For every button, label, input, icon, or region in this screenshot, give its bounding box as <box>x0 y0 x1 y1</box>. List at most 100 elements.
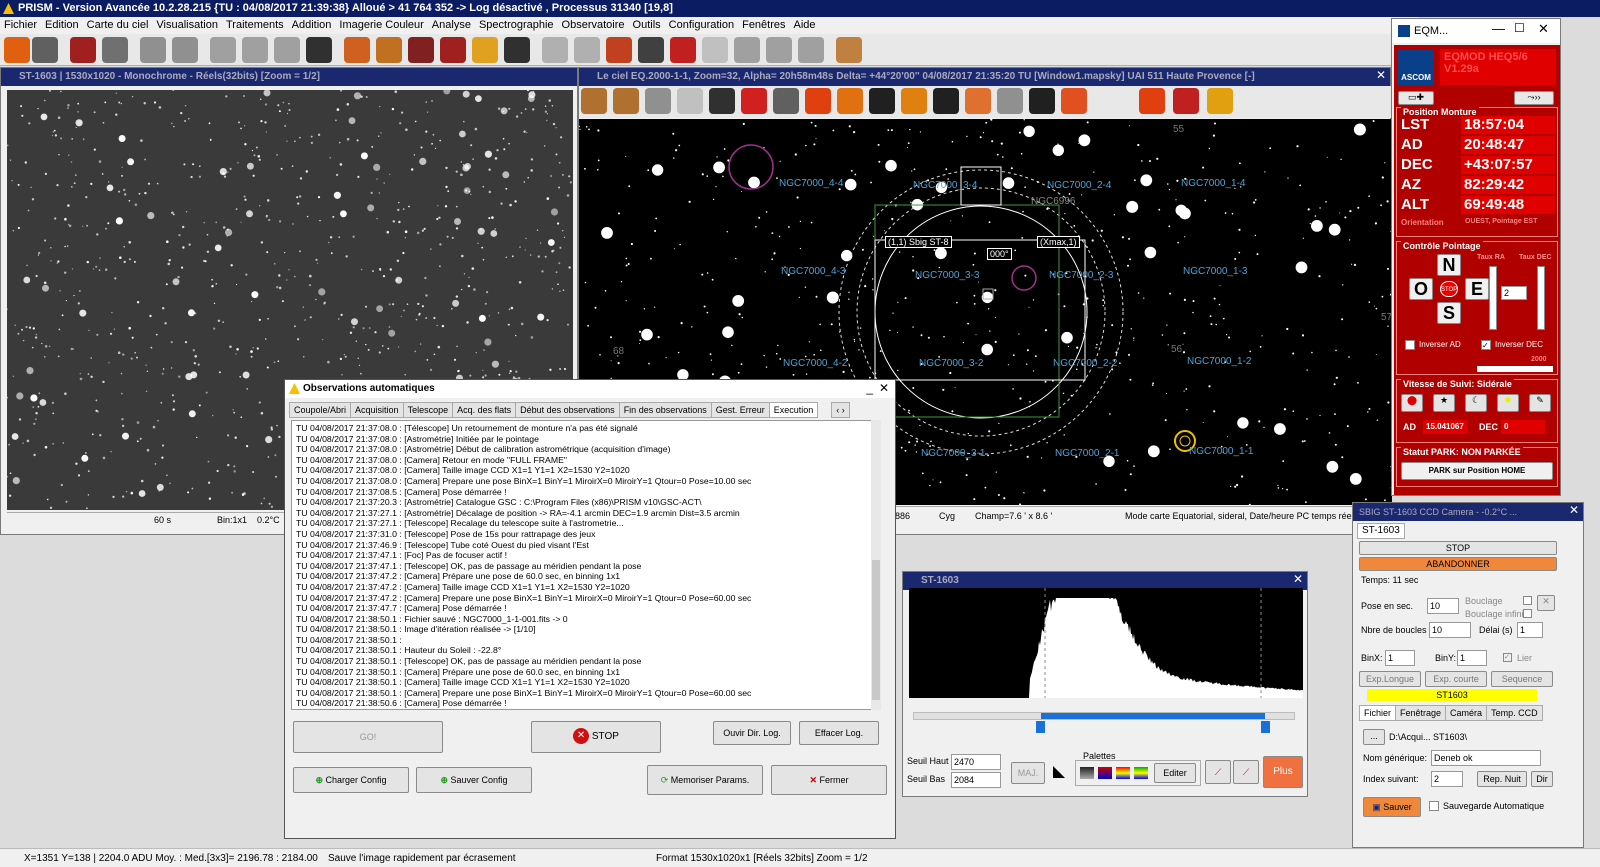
sequence-button[interactable]: Sequence <box>1491 671 1553 687</box>
delay-input[interactable]: 1 <box>1517 622 1543 638</box>
solar-sun-icon[interactable]: ✹ <box>1497 394 1519 412</box>
palette-red-icon[interactable] <box>1098 767 1112 779</box>
west-button[interactable]: O <box>1409 278 1433 300</box>
exp-short-button[interactable]: Exp. courte <box>1425 671 1487 687</box>
camera-options-icon[interactable]: ✕ <box>1537 595 1555 611</box>
sky-label-5[interactable]: NGC7000_4-3 <box>781 266 845 277</box>
sky-label-15[interactable]: NGC7000_1-1 <box>1189 446 1253 457</box>
rate-select[interactable]: 2 <box>1501 286 1527 300</box>
palette-green-icon[interactable] <box>1134 767 1148 779</box>
dec-rate-slider[interactable] <box>1537 266 1545 330</box>
north-button[interactable]: N <box>1437 254 1461 276</box>
hand-icon[interactable] <box>734 37 760 63</box>
execution-log[interactable]: TU 04/08/2017 21:37:08.0 : [Télescope] U… <box>291 420 881 710</box>
sky-label-14[interactable]: NGC7000_2-1 <box>1055 448 1119 459</box>
portrait-icon[interactable] <box>836 37 862 63</box>
invert-icon[interactable] <box>210 37 236 63</box>
eqmod-minimize-icon[interactable]: — <box>1492 21 1505 36</box>
camera-stop-button[interactable]: STOP <box>1359 541 1557 555</box>
plus-button[interactable]: Plus <box>1263 756 1303 788</box>
menu-1[interactable]: Edition <box>41 17 83 34</box>
night-folder-button[interactable]: Rep. Nuit <box>1477 771 1527 787</box>
sky-star-icon[interactable] <box>869 88 895 114</box>
sky-label-0[interactable]: NGC7000_4-4 <box>779 178 843 189</box>
eqmod-window[interactable]: EQM... — ☐ ✕ ASCOM EQMOD HEQ5/6 V1.29a ▭… <box>1391 18 1561 496</box>
open-log-button[interactable]: Ouvir Dir. Log. <box>713 721 791 745</box>
sky-label-1[interactable]: NGC7000_3-4 <box>913 180 977 191</box>
rate-slider[interactable] <box>1477 366 1553 372</box>
sky-refresh-icon[interactable] <box>1139 88 1165 114</box>
menu-0[interactable]: Fichier <box>0 17 41 34</box>
stop-button[interactable]: ✕ STOP <box>531 721 661 753</box>
sky-label-3[interactable]: NGC7000_1-4 <box>1181 178 1245 189</box>
sky-sync-icon[interactable] <box>837 88 863 114</box>
pipette-high-icon[interactable]: ⟋ <box>1233 760 1259 784</box>
stop-slew-button[interactable]: STOP <box>1440 281 1458 297</box>
obs-minimize-icon[interactable]: _ <box>866 381 873 395</box>
histogram-window[interactable]: ST-1603 ✕ Seuil Haut 2470 Seuil Bas 2084… <box>902 571 1308 797</box>
menu-12[interactable]: Fenêtres <box>738 17 789 34</box>
menu-3[interactable]: Visualisation <box>152 17 222 34</box>
zoom-out-icon[interactable] <box>242 37 268 63</box>
eqmod-expand-icon[interactable]: ⤳›› <box>1514 91 1554 105</box>
zoom-in-icon[interactable] <box>274 37 300 63</box>
obs-tab-2[interactable]: Telescope <box>402 402 454 418</box>
camera-subtab-3[interactable]: Temp. CCD <box>1486 705 1543 721</box>
sky-tools-icon[interactable] <box>997 88 1023 114</box>
load-config-button[interactable]: ⊕ Charger Config <box>293 767 409 793</box>
sky-arrow-icon[interactable] <box>901 88 927 114</box>
dir-button[interactable]: Dir <box>1531 771 1553 787</box>
sky-forward-icon[interactable] <box>933 88 959 114</box>
maj-button[interactable]: MAJ. <box>1011 762 1045 784</box>
lunar-moon-icon[interactable]: ☾ <box>1465 394 1487 412</box>
menu-2[interactable]: Carte du ciel <box>83 17 153 34</box>
display-icon[interactable] <box>306 37 332 63</box>
biny-input[interactable]: 1 <box>1457 650 1487 666</box>
menu-5[interactable]: Addition <box>288 17 336 34</box>
east-button[interactable]: E <box>1465 278 1489 300</box>
auto-save-checkbox[interactable] <box>1429 801 1439 811</box>
sky-label-2[interactable]: NGC7000_2-4 <box>1047 180 1111 191</box>
sky-gamepad-icon[interactable] <box>709 88 735 114</box>
high-threshold-handle[interactable] <box>1261 721 1270 733</box>
invert-ad-checkbox[interactable] <box>1405 340 1415 350</box>
horse-icon[interactable] <box>504 37 530 63</box>
filter-icon[interactable] <box>408 37 434 63</box>
sky-label-7[interactable]: NGC7000_2-3 <box>1049 270 1113 281</box>
obs-tab-0[interactable]: Coupole/Abri <box>289 402 352 418</box>
flip-h-icon[interactable] <box>140 37 166 63</box>
camera-subtab-0[interactable]: Fichier <box>1359 705 1397 721</box>
tracking-dec-value[interactable]: 0 <box>1501 420 1545 434</box>
camera-tab-st1603[interactable]: ST-1603 <box>1357 523 1405 539</box>
clear-log-button[interactable]: Effacer Log. <box>799 721 879 745</box>
eqmod-close-icon[interactable]: ✕ <box>1538 21 1549 37</box>
save-config-button[interactable]: ⊕ Sauver Config <box>416 767 532 793</box>
seuil-haut-input[interactable]: 2470 <box>951 754 1001 770</box>
edit-palette-button[interactable]: Editer <box>1154 763 1196 783</box>
sky-print-icon[interactable] <box>773 88 799 114</box>
camera-window[interactable]: SBIG ST-1603 CCD Camera - -0.2°C ... ✕ S… <box>1352 502 1584 848</box>
camera-subtab-2[interactable]: Caméra <box>1445 705 1488 721</box>
menu-13[interactable]: Aide <box>790 17 820 34</box>
sky-crosshair-icon[interactable] <box>1029 88 1055 114</box>
telescope-icon[interactable] <box>344 37 370 63</box>
threshold-range[interactable] <box>1041 713 1265 719</box>
menu-6[interactable]: Imagerie Couleur <box>335 17 427 34</box>
sky-label-12[interactable]: NGC7000_1-2 <box>1187 356 1251 367</box>
sky-goto-icon[interactable] <box>805 88 831 114</box>
invert-dec-checkbox[interactable]: ✓ <box>1481 340 1491 350</box>
menu-7[interactable]: Analyse <box>428 17 475 34</box>
sky-label-10[interactable]: NGC7000_3-2 <box>919 358 983 369</box>
park-home-button[interactable]: PARK sur Position HOME <box>1401 462 1553 480</box>
binx-input[interactable]: 1 <box>1385 650 1415 666</box>
sky-stop-icon[interactable] <box>741 88 767 114</box>
histogram-plot[interactable] <box>909 588 1303 698</box>
exp-long-button[interactable]: Exp.Longue <box>1359 671 1421 687</box>
pipette-low-icon[interactable]: ⟋ <box>1205 760 1231 784</box>
menu-11[interactable]: Configuration <box>665 17 738 34</box>
open-icon[interactable] <box>4 37 30 63</box>
sky-label-4[interactable]: NGC6996 <box>1031 196 1075 207</box>
menu-8[interactable]: Spectrographie <box>475 17 558 34</box>
seuil-bas-input[interactable]: 2084 <box>951 772 1001 788</box>
browse-path-button[interactable]: ... <box>1363 729 1385 745</box>
